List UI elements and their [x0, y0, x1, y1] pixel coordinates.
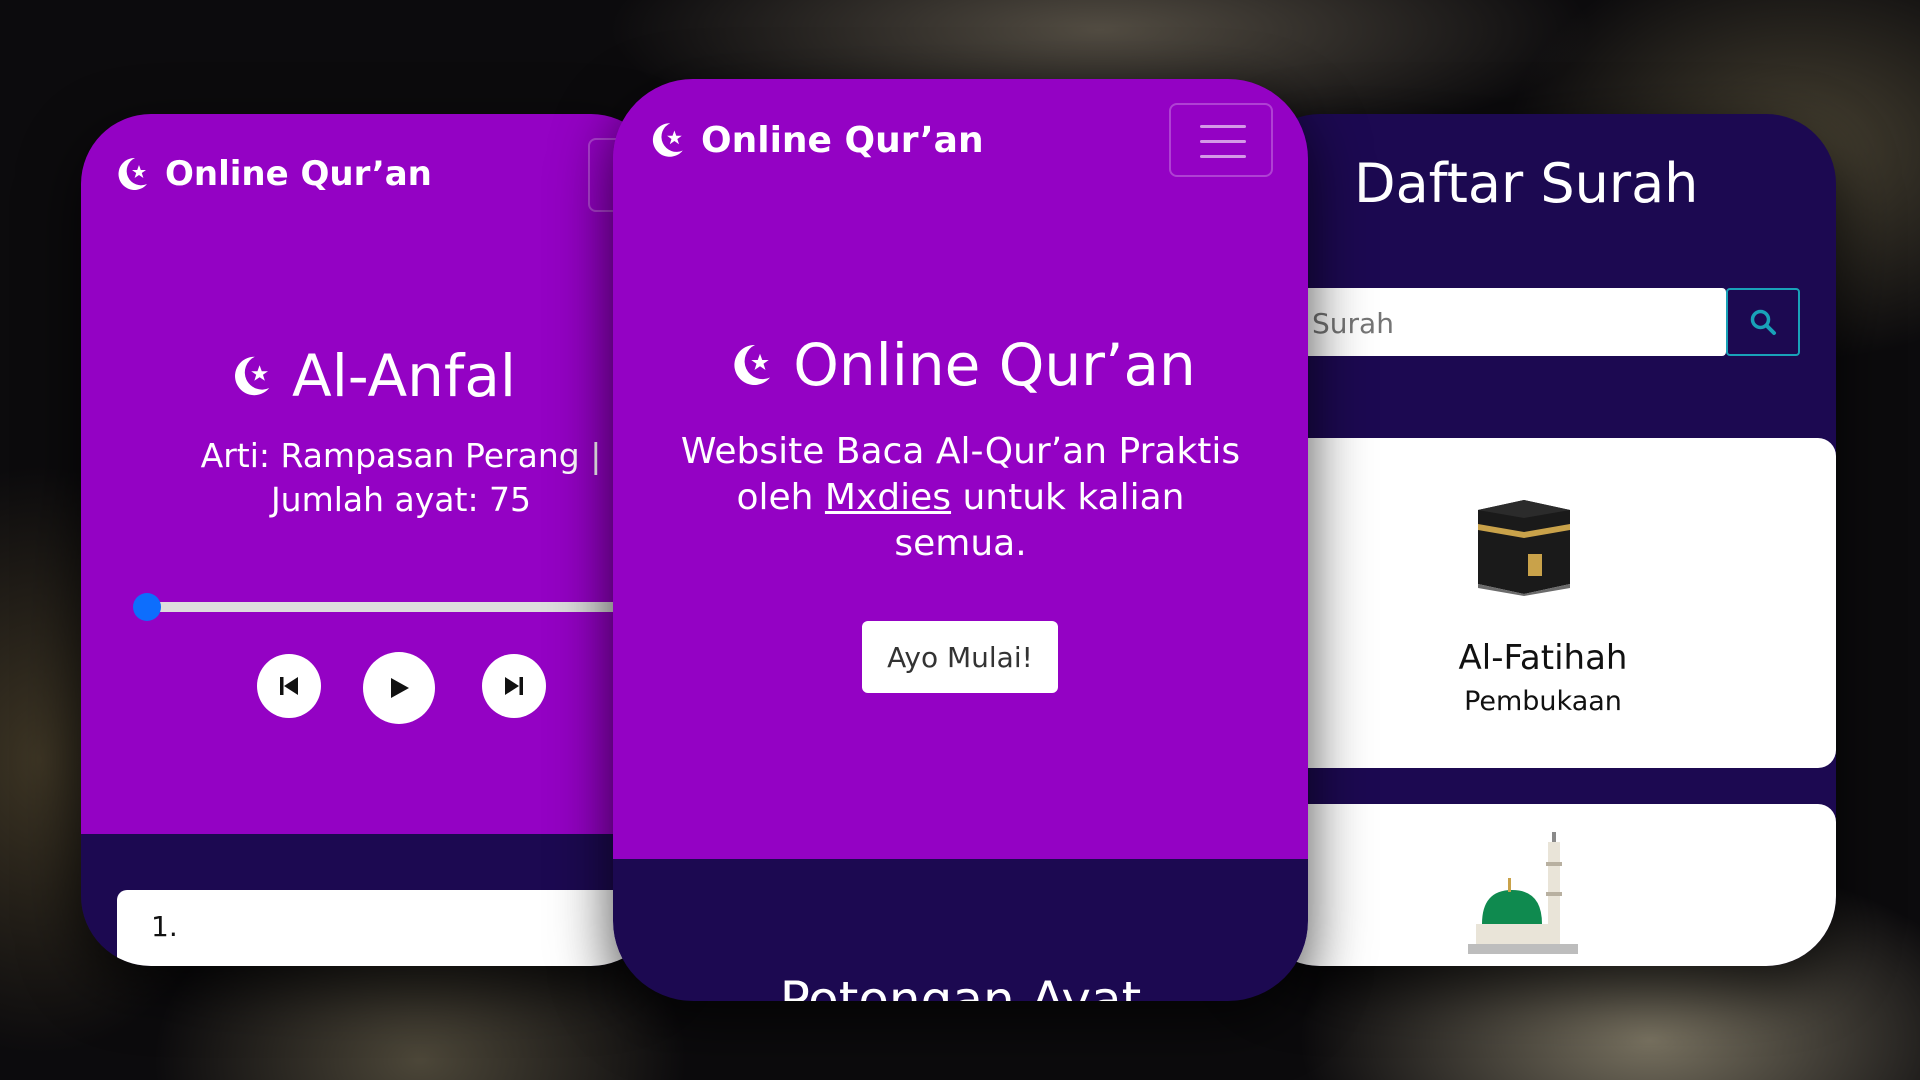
previous-button[interactable] — [257, 654, 321, 718]
play-icon — [391, 678, 409, 698]
search-icon — [1750, 309, 1776, 335]
verse-number: 1. — [151, 910, 178, 943]
hero-line-1: Website Baca Al-Qur’an Praktis — [680, 431, 1241, 472]
verse-card: 1. — [117, 890, 637, 966]
surah-detail-phone: Online Qur’an Al-Anfal Arti: Rampasan Pe… — [81, 114, 661, 966]
navbar-brand[interactable]: Online Qur’an — [645, 119, 984, 161]
hero-description: Website Baca Al-Qur’an Praktis oleh Mxdi… — [613, 429, 1308, 567]
crescent-star-icon — [118, 157, 147, 190]
hero-line-2: oleh Mxdies untuk kalian — [613, 475, 1308, 521]
hero-title: Online Qur’an — [613, 331, 1308, 399]
search-field[interactable] — [1250, 288, 1726, 356]
surah-card-meaning: Pembukaan — [1464, 686, 1622, 717]
page-title: Daftar Surah — [1354, 152, 1699, 215]
search-button[interactable] — [1726, 288, 1800, 356]
next-button[interactable] — [482, 654, 546, 718]
surah-name: Al-Anfal — [292, 342, 516, 410]
brand-label: Online Qur’an — [165, 154, 432, 194]
crescent-star-icon — [652, 123, 683, 157]
surah-header: Online Qur’an Al-Anfal Arti: Rampasan Pe… — [81, 114, 661, 834]
surah-verse-count: Jumlah ayat: 75 — [270, 480, 532, 519]
surah-list-phone: Daftar Surah Al-Fatihah Pembukaan — [1250, 114, 1836, 966]
hero-line-2-post: untuk kalian — [951, 477, 1185, 518]
hero-title-text: Online Qur’an — [793, 331, 1196, 399]
skip-next-icon — [505, 677, 523, 695]
crescent-star-icon — [235, 356, 270, 396]
verse-snippet-section: Potongan Ayat — [613, 859, 1308, 1001]
start-button[interactable]: Ayo Mulai! — [862, 621, 1058, 693]
hero-line-2-pre: oleh — [736, 477, 825, 518]
hero-line-3: semua. — [894, 523, 1027, 564]
section-heading: Potongan Ayat — [779, 971, 1142, 1001]
author-link[interactable]: Mxdies — [825, 477, 951, 518]
navbar-brand[interactable]: Online Qur’an — [111, 154, 432, 194]
play-button[interactable] — [363, 652, 435, 724]
home-phone: Online Qur’an Online Qur’an Website Baca… — [613, 79, 1308, 1001]
surah-card[interactable] — [1250, 804, 1836, 966]
audio-progress-thumb[interactable] — [133, 593, 161, 621]
surah-info: Arti: Rampasan Perang | Jumlah ayat: 75 — [81, 434, 661, 522]
menu-toggle-button[interactable] — [1169, 103, 1273, 177]
search-input[interactable] — [1310, 300, 1714, 346]
brand-label: Online Qur’an — [701, 119, 984, 161]
kaaba-icon — [1478, 500, 1570, 596]
skip-previous-icon — [280, 677, 298, 695]
surah-title: Al-Anfal — [81, 342, 661, 410]
surah-card[interactable]: Al-Fatihah Pembukaan — [1250, 438, 1836, 768]
crescent-star-icon — [734, 344, 771, 385]
surah-meaning: Arti: Rampasan Perang | — [200, 436, 602, 475]
mosque-icon — [1468, 832, 1578, 954]
hero-section: Online Qur’an Online Qur’an Website Baca… — [613, 79, 1308, 859]
audio-progress-track[interactable] — [141, 602, 661, 612]
surah-card-name: Al-Fatihah — [1458, 638, 1628, 678]
